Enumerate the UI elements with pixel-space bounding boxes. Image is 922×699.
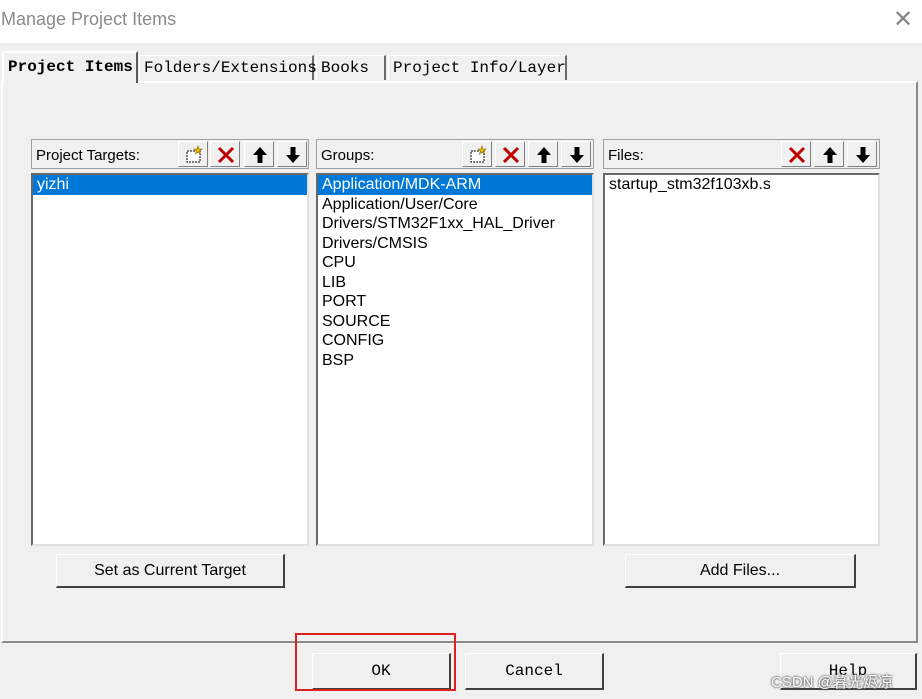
tab-label: Project Items <box>8 58 133 76</box>
highlight-box <box>295 633 456 691</box>
group-item[interactable]: CONFIG <box>318 331 592 351</box>
groups-list[interactable]: Application/MDK-ARM Application/User/Core… <box>316 173 594 546</box>
delete-icon <box>502 146 520 164</box>
delete-group-button[interactable] <box>495 141 525 167</box>
group-item[interactable]: PORT <box>318 292 592 312</box>
tab-folders-extensions[interactable]: Folders/Extensions <box>139 55 317 80</box>
delete-target-button[interactable] <box>210 141 240 167</box>
group-item[interactable]: Application/MDK-ARM <box>318 175 592 195</box>
files-list[interactable]: startup_stm32f103xb.s <box>603 173 880 546</box>
files-label: Files: <box>608 147 644 164</box>
window-title: Manage Project Items <box>1 9 177 29</box>
watermark: CSDN @暮光烬凉 <box>771 674 893 691</box>
move-group-up-button[interactable] <box>528 141 558 167</box>
cancel-button[interactable]: Cancel <box>465 653 604 690</box>
new-icon <box>470 145 487 163</box>
move-down-icon <box>570 147 584 163</box>
new-group-button[interactable] <box>462 141 492 167</box>
title-bar: Manage Project Items ✕ <box>0 0 922 43</box>
group-item[interactable]: LIB <box>318 273 592 293</box>
delete-icon <box>217 146 235 164</box>
delete-file-button[interactable] <box>781 141 811 167</box>
move-file-down-button[interactable] <box>847 141 877 167</box>
group-item[interactable]: SOURCE <box>318 312 592 332</box>
group-item[interactable]: Drivers/CMSIS <box>318 234 592 254</box>
groups-header: Groups: <box>316 139 594 169</box>
move-file-up-button[interactable] <box>814 141 844 167</box>
move-target-up-button[interactable] <box>244 141 274 167</box>
targets-label: Project Targets: <box>36 147 140 164</box>
file-item[interactable]: startup_stm32f103xb.s <box>605 175 878 195</box>
group-item[interactable]: Application/User/Core <box>318 195 592 215</box>
group-item[interactable]: Drivers/STM32F1xx_HAL_Driver <box>318 214 592 234</box>
add-files-button[interactable]: Add Files... <box>625 554 856 588</box>
button-label: Add Files... <box>699 562 781 579</box>
move-target-down-button[interactable] <box>277 141 307 167</box>
close-icon[interactable]: ✕ <box>890 7 916 33</box>
delete-icon <box>788 146 806 164</box>
new-icon <box>186 145 203 163</box>
new-target-button[interactable] <box>178 141 208 167</box>
target-item[interactable]: yizhi <box>33 175 307 195</box>
tab-project-info-layer[interactable]: Project Info/Layer <box>388 55 567 80</box>
group-item[interactable]: BSP <box>318 351 592 371</box>
button-label: Cancel <box>505 662 563 680</box>
move-up-icon <box>253 147 267 163</box>
tab-label: Folders/Extensions <box>144 59 317 77</box>
tab-project-items[interactable]: Project Items <box>2 51 138 83</box>
tab-books[interactable]: Books <box>316 55 386 80</box>
move-down-icon <box>286 147 300 163</box>
move-group-down-button[interactable] <box>561 141 591 167</box>
group-item[interactable]: CPU <box>318 253 592 273</box>
targets-list[interactable]: yizhi <box>31 173 309 546</box>
move-down-icon <box>856 147 870 163</box>
files-header: Files: <box>603 139 880 169</box>
button-label: Set as Current Target <box>94 562 246 579</box>
tab-label: Project Info/Layer <box>393 59 566 77</box>
groups-label: Groups: <box>321 147 375 164</box>
targets-header: Project Targets: <box>31 139 309 169</box>
move-up-icon <box>823 147 837 163</box>
tab-label: Books <box>321 59 370 77</box>
set-current-target-button[interactable]: Set as Current Target <box>56 554 285 588</box>
move-up-icon <box>537 147 551 163</box>
